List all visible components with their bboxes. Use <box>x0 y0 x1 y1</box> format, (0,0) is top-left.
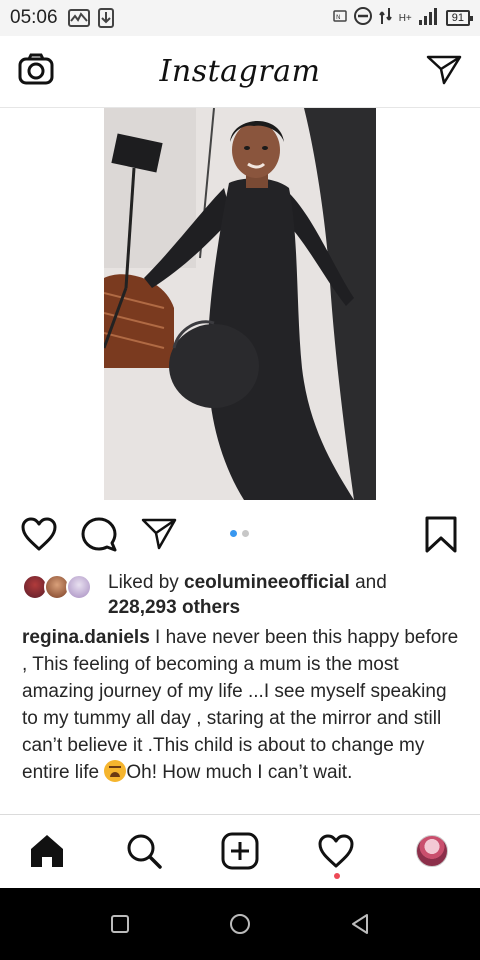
status-right: N H+ 91 <box>332 6 474 31</box>
post-photo-illustration <box>104 108 376 500</box>
liked-by-user[interactable]: ceolumineeofficial <box>184 572 350 593</box>
caption-username[interactable]: regina.daniels <box>22 627 150 648</box>
avatar <box>66 574 92 600</box>
nfc-icon: N <box>332 9 347 27</box>
back-icon[interactable] <box>346 910 374 938</box>
caption-text: I have never been this happy before , Th… <box>22 627 459 783</box>
activity-heart-icon[interactable] <box>316 831 356 871</box>
recents-icon[interactable] <box>106 910 134 938</box>
activity-icon <box>67 9 90 27</box>
post-photo[interactable] <box>104 108 376 500</box>
likes-and: and <box>349 572 387 593</box>
carousel-dot-active <box>230 530 237 537</box>
vibrate-icon <box>378 6 393 31</box>
system-nav-bar <box>0 888 480 960</box>
likes-prefix: Liked by <box>108 572 185 593</box>
signal-icon <box>418 6 440 31</box>
app-bar: Instagram <box>0 36 480 108</box>
camera-icon[interactable] <box>18 53 54 90</box>
status-time: 05:06 <box>10 7 58 28</box>
likes-section: Liked by ceolumineeofficial and 228,293 o… <box>22 570 462 620</box>
comment-icon[interactable] <box>80 516 118 557</box>
caption-text-end: Oh! How much I can’t wait. <box>126 762 353 783</box>
direct-message-icon[interactable] <box>426 53 462 90</box>
avatar <box>416 835 448 867</box>
home-circle-icon[interactable] <box>226 910 254 938</box>
search-icon[interactable] <box>124 831 164 871</box>
notification-dot <box>334 873 340 879</box>
likes-count[interactable]: 228,293 others <box>108 597 240 618</box>
battery-level: 91 <box>451 12 464 24</box>
share-icon[interactable] <box>140 516 178 557</box>
svg-text:N: N <box>336 14 341 21</box>
profile-avatar[interactable] <box>412 831 452 871</box>
instagram-logo: Instagram <box>159 54 321 89</box>
liker-avatars[interactable] <box>22 574 96 600</box>
likes-text[interactable]: Liked by ceolumineeofficial and 228,293 o… <box>108 570 458 620</box>
save-icon[interactable] <box>424 516 458 559</box>
battery-icon: 91 <box>445 10 474 26</box>
carousel-dot <box>242 530 249 537</box>
status-bar: 05:06 N H+ 91 <box>0 0 480 36</box>
post-actions <box>0 512 480 560</box>
download-icon <box>97 8 114 28</box>
bottom-nav <box>0 814 480 888</box>
post-caption: regina.daniels I have never been this ha… <box>22 624 462 786</box>
new-post-icon[interactable] <box>220 831 260 871</box>
network-type: H+ <box>398 12 412 24</box>
do-not-disturb-icon <box>353 6 373 31</box>
carousel-indicator <box>230 530 249 537</box>
weary-face-emoji <box>104 760 127 782</box>
like-icon[interactable] <box>20 516 58 557</box>
home-icon[interactable] <box>27 831 67 871</box>
